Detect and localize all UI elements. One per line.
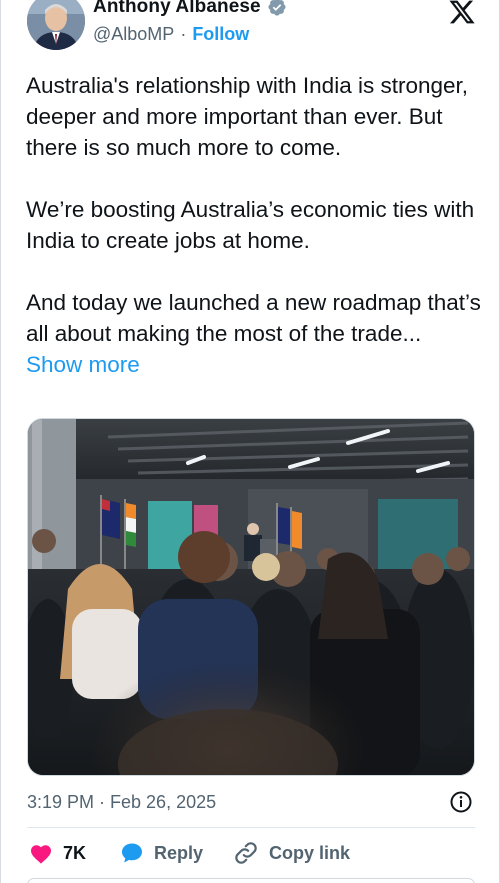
tweet-text: Australia's relationship with India is s… [26,70,481,380]
handle-row: @AlboMP · Follow [93,24,249,45]
separator-dot: · [180,24,187,44]
handle[interactable]: @AlboMP [93,24,174,45]
like-count: 7K [63,842,87,863]
follow-button[interactable]: Follow [192,24,249,45]
divider [27,827,475,828]
action-bar: 7K Reply Copy link [29,838,350,868]
tweet-paragraph: Australia's relationship with India is s… [26,73,469,160]
link-icon [235,842,257,864]
reply-bubble-icon [122,843,143,863]
x-logo-icon[interactable] [447,0,477,26]
info-icon[interactable] [449,790,473,814]
like-button[interactable]: 7K [29,842,86,864]
tweet-paragraph: We’re boosting Australia’s economic ties… [26,197,475,253]
copy-link-button[interactable]: Copy link [233,840,350,866]
timestamp-row: 3:19 PM · Feb 26, 2025 [27,789,475,815]
tweet-header: Anthony Albanese @AlboMP · Follow [1,0,499,60]
tweet-paragraph-last: And today we launched a new roadmap that… [26,287,481,380]
name-row: Anthony Albanese [93,0,287,18]
tweet-card: Anthony Albanese @AlboMP · Follow Austra… [0,0,500,883]
heart-icon [31,845,51,864]
reply-label: Reply [154,842,204,863]
verified-badge-icon [268,0,286,16]
avatar[interactable] [27,0,85,50]
copy-link-label: Copy link [269,842,351,863]
tweet-paragraph-text: And today we launched a new roadmap that… [26,290,481,346]
show-more-link[interactable]: Show more [26,352,140,377]
reply-button[interactable]: Reply [120,841,203,865]
display-name[interactable]: Anthony Albanese [93,0,261,18]
timestamp[interactable]: 3:19 PM · Feb 26, 2025 [27,792,216,813]
tweet-photo[interactable] [27,418,475,776]
read-replies-button[interactable] [27,878,475,883]
